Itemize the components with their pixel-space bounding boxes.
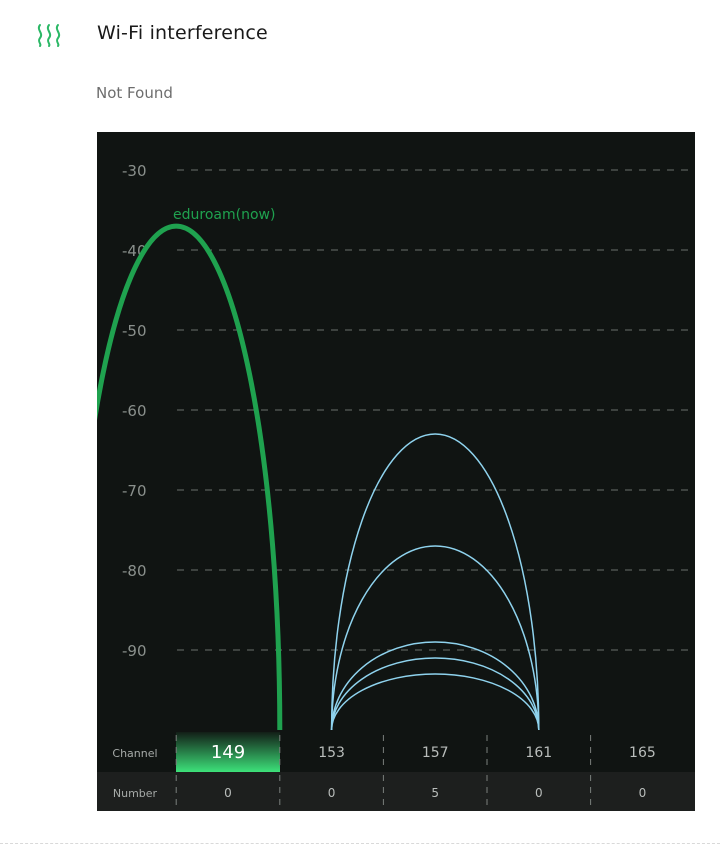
page-title: Wi-Fi interference (97, 22, 268, 44)
row-label-number: Number (113, 787, 158, 800)
number-value: 0 (224, 786, 232, 800)
heat-waves-icon (37, 24, 61, 47)
status-text: Not Found (96, 84, 173, 102)
row-label-channel: Channel (112, 747, 157, 760)
channel-tick-label: 161 (525, 745, 552, 761)
channel-tick-label: 165 (629, 745, 656, 761)
channel-tick-label: 149 (211, 742, 245, 763)
wifi-interference-chart: -30-40-50-60-70-80-90eduroam(now) Channe… (97, 132, 695, 811)
y-tick-label: -90 (122, 642, 147, 660)
number-value: 0 (328, 786, 336, 800)
y-tick-label: -80 (122, 562, 147, 580)
channel-tick-label: 157 (422, 745, 449, 761)
series-label: eduroam(now) (173, 207, 275, 223)
divider (0, 843, 720, 844)
number-row (97, 772, 695, 811)
number-value: 0 (535, 786, 543, 800)
number-value: 0 (639, 786, 647, 800)
header: Wi-Fi interference (0, 0, 720, 70)
chart-background (97, 132, 695, 811)
y-tick-label: -50 (122, 322, 147, 340)
y-tick-label: -60 (122, 402, 147, 420)
number-value: 5 (431, 786, 439, 800)
y-tick-label: -30 (122, 162, 147, 180)
channel-tick-label: 153 (318, 745, 345, 761)
y-tick-label: -70 (122, 482, 147, 500)
